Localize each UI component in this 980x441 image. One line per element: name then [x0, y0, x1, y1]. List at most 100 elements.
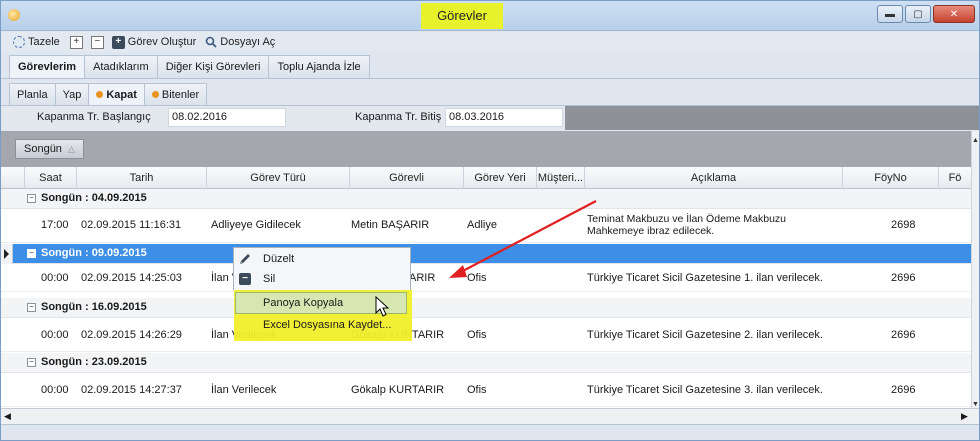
status-dot-icon	[96, 91, 104, 98]
group-row[interactable]: − Songün : 16.09.2015	[1, 298, 971, 318]
scroll-left-icon[interactable]: ◀	[4, 411, 11, 422]
minimize-icon: ▬	[885, 8, 895, 20]
column-header-musteri[interactable]: Müşteri...	[537, 167, 585, 189]
scroll-right-icon[interactable]: ▶	[961, 411, 968, 422]
cell-gorevli: Gökalp KURTARIR	[351, 384, 445, 396]
group-row-label: Songün : 09.09.2015	[41, 247, 147, 259]
plus-box-icon: +	[69, 35, 83, 49]
start-date-label: Kapanma Tr. Başlangıç	[37, 111, 151, 123]
group-by-panel: Songün △	[1, 131, 979, 167]
plus-icon: +	[111, 35, 125, 49]
toolbar: Tazele + − + Görev Oluştur Dosyayı Aç	[1, 32, 979, 52]
tab-yap[interactable]: Yap	[54, 83, 90, 105]
group-row[interactable]: − Songün : 23.09.2015	[1, 353, 971, 373]
cell-saat: 00:00	[41, 329, 69, 341]
menu-item-excel-kaydet[interactable]: Excel Dosyasına Kaydet...	[233, 314, 409, 336]
tab-atadiklarim[interactable]: Atadıklarım	[84, 55, 158, 78]
end-date-label: Kapanma Tr. Bitiş	[355, 111, 442, 123]
column-header-aciklama[interactable]: Açıklama	[585, 167, 843, 189]
create-task-label: Görev Oluştur	[127, 36, 197, 48]
cell-aciklama: Türkiye Ticaret Sicil Gazetesine 1. ilan…	[587, 272, 823, 284]
maximize-icon: ▢	[913, 8, 923, 20]
menu-item-kopyala-label: Panoya Kopyala	[263, 297, 344, 309]
close-icon: ✕	[949, 8, 959, 20]
edit-icon	[238, 252, 252, 266]
group-chip-label: Songün	[24, 143, 62, 155]
group-row[interactable]: − Songün : 04.09.2015	[1, 189, 971, 209]
column-header-foyno[interactable]: FöyNo	[843, 167, 939, 189]
app-icon	[8, 9, 20, 21]
tab-planla[interactable]: Planla	[9, 83, 56, 105]
tab-diger-kisi-gorevleri[interactable]: Diğer Kişi Görevleri	[156, 55, 270, 78]
tab-gorevlerim[interactable]: Görevlerim	[9, 55, 86, 79]
refresh-label: Tazele	[28, 36, 60, 48]
tab-kapat-label: Kapat	[106, 88, 137, 101]
table-row[interactable]: 00:00 02.09.2015 14:27:37 İlan Verilecek…	[1, 373, 971, 407]
cell-saat: 00:00	[41, 272, 69, 284]
cell-foyno: 2698	[891, 219, 916, 231]
collapse-icon[interactable]: −	[27, 303, 36, 312]
column-header-gorevli[interactable]: Görevli	[350, 167, 464, 189]
group-by-chip-songun[interactable]: Songün △	[15, 139, 84, 159]
sort-ascending-icon: △	[67, 144, 75, 154]
column-header-saat[interactable]: Saat	[25, 167, 77, 189]
window-controls: ▬ ▢ ✕	[877, 5, 975, 23]
table-row[interactable]: 00:00 02.09.2015 14:25:03 İlan V ARIR Of…	[1, 264, 971, 292]
vertical-scrollbar[interactable]: ▲ ▼	[971, 131, 979, 414]
menu-item-panoya-kopyala[interactable]: Panoya Kopyala	[233, 292, 409, 314]
cell-gorevli: Metin BAŞARIR	[351, 219, 430, 231]
tab-toplu-ajanda[interactable]: Toplu Ajanda İzle	[268, 55, 370, 78]
start-date-field[interactable]: 08.02.2016	[168, 108, 286, 127]
delete-icon: −	[238, 272, 252, 286]
menu-item-sil-label: Sil	[263, 273, 276, 285]
end-date-field[interactable]: 08.03.2016	[445, 108, 563, 127]
collapse-icon[interactable]: −	[27, 194, 36, 203]
table-row[interactable]: 00:00 02.09.2015 14:26:29 İlan Verilecek…	[1, 318, 971, 352]
cell-saat: 00:00	[41, 384, 69, 396]
scroll-down-icon[interactable]: ▼	[972, 401, 979, 408]
current-row-icon	[4, 249, 9, 259]
cell-gorev-yeri: Ofis	[467, 329, 487, 341]
title-bar[interactable]: Görevler ▬ ▢ ✕	[1, 1, 979, 31]
open-file-button[interactable]: Dosyayı Aç	[204, 36, 275, 49]
cell-gorev-yeri: Ofis	[467, 272, 487, 284]
group-row-selected[interactable]: − Songün : 09.09.2015	[1, 244, 971, 264]
cell-gorevli: ARIR	[409, 272, 436, 284]
menu-item-duzelt-label: Düzelt	[263, 253, 295, 265]
window-title: Görevler	[421, 3, 503, 29]
cell-aciklama: Türkiye Ticaret Sicil Gazetesine 2. ilan…	[587, 329, 823, 341]
column-header-tarih[interactable]: Tarih	[77, 167, 207, 189]
status-dot-icon	[151, 91, 159, 98]
cell-saat: 17:00	[41, 219, 69, 231]
collapse-icon[interactable]: −	[27, 358, 36, 367]
column-header-fo[interactable]: Fö	[939, 167, 971, 189]
cell-tarih: 02.09.2015 14:27:37	[81, 384, 182, 396]
cell-gorev-turu: Adliyeye Gidilecek	[211, 219, 301, 231]
tab-bitenler-label: Bitenler	[161, 88, 200, 101]
task-grid: Saat Tarih Görev Türü Görevli Görev Yeri…	[1, 167, 971, 408]
collapse-all-button[interactable]: −	[90, 35, 104, 49]
open-file-label: Dosyayı Aç	[220, 36, 276, 48]
close-button[interactable]: ✕	[933, 5, 975, 23]
cell-foyno: 2696	[891, 272, 916, 284]
horizontal-scrollbar[interactable]: ◀ ▶	[1, 408, 979, 424]
scroll-up-icon[interactable]: ▲	[972, 137, 979, 144]
tab-kapat[interactable]: Kapat	[88, 83, 145, 105]
minimize-button[interactable]: ▬	[877, 5, 903, 23]
collapse-icon[interactable]: −	[27, 249, 36, 258]
column-header-gorev-yeri[interactable]: Görev Yeri	[464, 167, 537, 189]
refresh-button[interactable]: Tazele	[13, 36, 60, 48]
refresh-icon	[13, 36, 25, 48]
sub-tabs: Planla Yap Kapat Bitenler	[9, 83, 208, 105]
row-indicator	[1, 244, 13, 264]
cell-aciklama: Teminat Makbuzu ve İlan Ödeme Makbuzu Ma…	[587, 213, 787, 237]
expand-all-button[interactable]: +	[69, 35, 83, 49]
tab-bitenler[interactable]: Bitenler	[143, 83, 208, 105]
menu-item-duzelt[interactable]: Düzelt	[233, 248, 409, 270]
create-task-button[interactable]: + Görev Oluştur	[111, 35, 197, 49]
column-header-gorev-turu[interactable]: Görev Türü	[207, 167, 350, 189]
minus-box-icon: −	[90, 35, 104, 49]
maximize-button[interactable]: ▢	[905, 5, 931, 23]
menu-item-sil[interactable]: − Sil	[233, 268, 409, 290]
table-row[interactable]: 17:00 02.09.2015 11:16:31 Adliyeye Gidil…	[1, 209, 971, 243]
